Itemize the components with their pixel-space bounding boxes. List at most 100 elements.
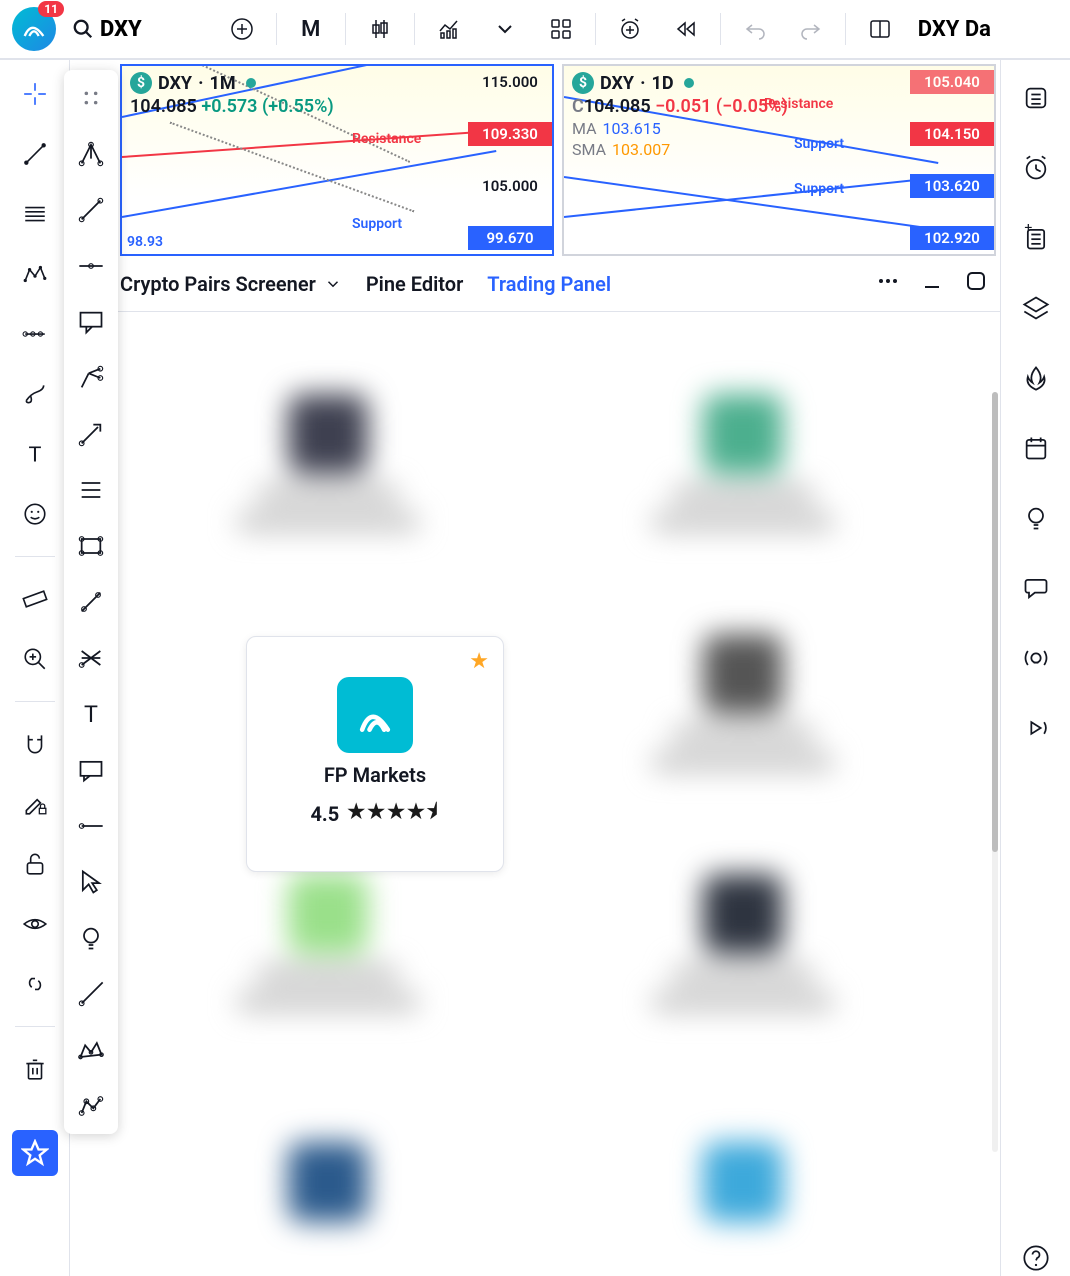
price-axis[interactable]: 115.000 109.330 105.000 99.670 xyxy=(468,66,552,254)
ideas-button[interactable] xyxy=(1018,500,1054,536)
flyout-textbox[interactable] xyxy=(73,752,109,788)
forecast-tool[interactable] xyxy=(17,316,53,352)
forecast-icon xyxy=(22,321,48,347)
visibility-tool[interactable] xyxy=(17,906,53,942)
chart-symbol[interactable]: DXY xyxy=(158,73,192,94)
divider xyxy=(15,556,55,557)
text2-icon: T xyxy=(77,700,105,728)
indicators-icon xyxy=(437,17,461,41)
indicators-dropdown[interactable] xyxy=(481,5,529,53)
logo-icon xyxy=(20,15,48,43)
tab-pine-editor[interactable]: Pine Editor xyxy=(366,272,463,296)
add-button[interactable] xyxy=(218,5,266,53)
flyout-ray[interactable] xyxy=(73,976,109,1012)
flyout-fork[interactable] xyxy=(73,360,109,396)
search-icon xyxy=(72,18,94,40)
flyout-rectangle[interactable] xyxy=(73,528,109,564)
flyout-line[interactable] xyxy=(73,192,109,228)
streams-button[interactable] xyxy=(1018,640,1054,676)
symbol-badge: $ xyxy=(130,72,152,94)
text-tool[interactable]: T xyxy=(17,436,53,472)
indicators-button[interactable] xyxy=(425,5,473,53)
minimize-button[interactable] xyxy=(920,269,944,298)
watchlist-button[interactable] xyxy=(1018,80,1054,116)
drag-icon xyxy=(77,84,105,112)
symbol-search[interactable]: DXY xyxy=(72,17,142,42)
zoom-in-icon xyxy=(22,646,48,672)
flyout-handle[interactable] xyxy=(73,80,109,116)
flyout-arrow[interactable] xyxy=(73,416,109,452)
flyout-text[interactable]: T xyxy=(73,696,109,732)
chart-symbol[interactable]: DXY xyxy=(600,73,634,94)
replay-button[interactable] xyxy=(662,5,710,53)
flyout-trendline2[interactable] xyxy=(73,584,109,620)
scrollbar[interactable] xyxy=(992,392,998,1152)
play-button[interactable] xyxy=(1018,710,1054,746)
maximize-button[interactable] xyxy=(964,269,988,298)
flyout-polyline[interactable] xyxy=(73,1088,109,1124)
broker-card-fp-markets[interactable]: ★ FP Markets 4.5 ★★★★⯨ xyxy=(246,636,504,872)
calendar-button[interactable] xyxy=(1018,430,1054,466)
notification-badge[interactable]: 11 xyxy=(38,1,64,17)
svg-text:+: + xyxy=(1024,224,1032,236)
chart-pane-monthly[interactable]: Resistance Support $ DXY · 1M 104.085 +0… xyxy=(120,64,554,256)
flyout-hray[interactable] xyxy=(73,808,109,844)
regression-icon xyxy=(77,644,105,672)
tab-screener[interactable]: Crypto Pairs Screener xyxy=(120,272,342,296)
blurred-background xyxy=(70,312,1000,1276)
undo-button[interactable] xyxy=(731,5,779,53)
flyout-parallel-lines[interactable] xyxy=(73,472,109,508)
flyout-xabcd[interactable] xyxy=(73,1032,109,1068)
redo-button[interactable] xyxy=(787,5,835,53)
app-logo[interactable]: 11 xyxy=(12,7,56,51)
fib-icon xyxy=(22,201,48,227)
data-window-button[interactable] xyxy=(1018,290,1054,326)
broker-logo xyxy=(337,677,413,753)
layout-name[interactable]: DXY Da xyxy=(918,17,991,42)
lock-drawing-tool[interactable] xyxy=(17,786,53,822)
alerts-button[interactable] xyxy=(1018,150,1054,186)
flyout-callout[interactable] xyxy=(73,304,109,340)
price-axis[interactable]: 105.040 104.150 103.620 102.920 xyxy=(910,66,994,254)
pattern-tool[interactable] xyxy=(17,256,53,292)
scrollbar-thumb[interactable] xyxy=(992,392,998,852)
xabcd-icon xyxy=(77,1036,105,1064)
flyout-cursor[interactable] xyxy=(73,864,109,900)
crosshair-tool[interactable] xyxy=(17,76,53,112)
magnet-tool[interactable] xyxy=(17,726,53,762)
trash-tool[interactable] xyxy=(17,1051,53,1087)
unlock-tool[interactable] xyxy=(17,846,53,882)
ruler-tool[interactable] xyxy=(17,581,53,617)
interval-button[interactable]: M xyxy=(287,5,335,53)
tab-trading-panel[interactable]: Trading Panel xyxy=(487,272,611,296)
chart-style-button[interactable] xyxy=(356,5,404,53)
chart-trendline xyxy=(564,176,942,218)
templates-button[interactable] xyxy=(537,5,585,53)
flyout-pitchfork[interactable] xyxy=(73,136,109,172)
help-button[interactable] xyxy=(1018,1240,1054,1276)
calendar-icon xyxy=(1022,434,1050,462)
indicator-label: MA xyxy=(572,119,597,138)
favorites-button[interactable] xyxy=(12,1130,58,1176)
chart-pane-daily[interactable]: Resistance Support Support $ DXY · 1D C1… xyxy=(562,64,996,256)
emoji-tool[interactable] xyxy=(17,496,53,532)
text-icon: T xyxy=(22,441,48,467)
layout-icon xyxy=(868,17,892,41)
flyout-idea[interactable] xyxy=(73,920,109,956)
zoom-tool[interactable] xyxy=(17,641,53,677)
hotlist-button[interactable] xyxy=(1018,360,1054,396)
more-button[interactable] xyxy=(876,269,900,298)
flyout-regression[interactable] xyxy=(73,640,109,676)
news-button[interactable]: + xyxy=(1018,220,1054,256)
chat-button[interactable] xyxy=(1018,570,1054,606)
brush-tool[interactable] xyxy=(17,376,53,412)
alert-button[interactable] xyxy=(606,5,654,53)
fib-tool[interactable] xyxy=(17,196,53,232)
flyout-hline[interactable] xyxy=(73,248,109,284)
layout-button[interactable] xyxy=(856,5,904,53)
line-icon xyxy=(77,196,105,224)
link-tool[interactable] xyxy=(17,966,53,1002)
favorite-star-icon[interactable]: ★ xyxy=(469,649,489,674)
cursor-icon xyxy=(77,868,105,896)
trendline-tool[interactable] xyxy=(17,136,53,172)
